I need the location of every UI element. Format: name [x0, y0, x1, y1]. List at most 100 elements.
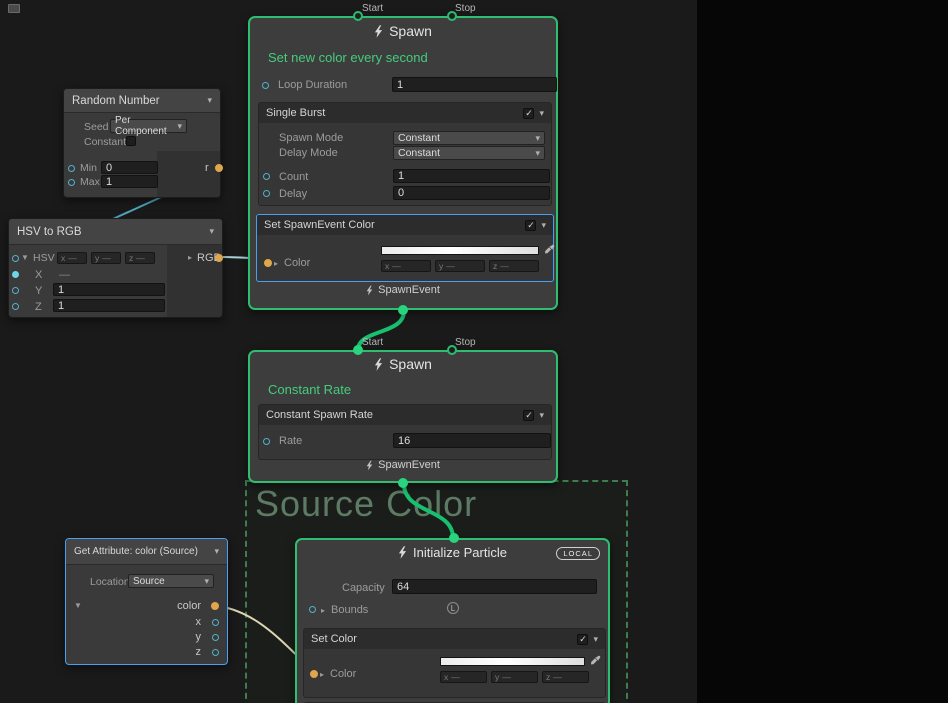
- collapse-chevron-icon[interactable]: ▾: [593, 635, 598, 644]
- y-input[interactable]: 1: [53, 283, 165, 296]
- y-input-port[interactable]: [12, 287, 19, 294]
- block-title: Set SpawnEvent Color: [264, 219, 375, 231]
- color-x-field[interactable]: x—: [381, 260, 431, 272]
- min-port[interactable]: [68, 165, 75, 172]
- enabled-checkbox[interactable]: ✓: [523, 108, 534, 119]
- rgb-output-port[interactable]: [215, 254, 223, 262]
- node-titlebar[interactable]: HSV to RGB ▾: [9, 219, 222, 245]
- r-output-port[interactable]: [215, 164, 223, 172]
- color-input-port[interactable]: [310, 670, 318, 678]
- color-input-port[interactable]: [264, 259, 272, 267]
- expand-down-icon[interactable]: ▼: [74, 601, 82, 611]
- color-gradient-field[interactable]: [440, 657, 585, 666]
- expand-right-icon[interactable]: ▸: [320, 670, 324, 680]
- flow-start-label: Start: [362, 3, 383, 14]
- seed-dropdown[interactable]: Per Component ▾: [110, 119, 187, 133]
- block-single-burst[interactable]: Single Burst ✓ ▾ Spawn Mode Constant ▾ D…: [258, 102, 552, 206]
- settings-chevron-icon[interactable]: ▾: [209, 227, 214, 236]
- dropdown-arrow-icon: ▾: [535, 134, 540, 143]
- settings-chevron-icon[interactable]: ▾: [214, 547, 219, 556]
- block-constant-spawn-rate[interactable]: Constant Spawn Rate ✓ ▾ Rate 16: [258, 404, 552, 460]
- local-space-badge[interactable]: LOCAL: [556, 547, 600, 560]
- spawn-mode-label: Spawn Mode: [279, 131, 343, 145]
- spawn-context-set-color[interactable]: Start Stop Spawn Set new color every sec…: [248, 16, 558, 310]
- eyedropper-icon[interactable]: [544, 244, 555, 258]
- collapse-chevron-icon[interactable]: ▾: [539, 411, 544, 420]
- settings-chevron-icon[interactable]: ▾: [207, 96, 212, 105]
- constant-checkbox[interactable]: [126, 136, 136, 146]
- capacity-input[interactable]: 64: [392, 579, 597, 594]
- context-label[interactable]: Set new color every second: [268, 50, 428, 65]
- block-set-spawnevent-color[interactable]: Set SpawnEvent Color ✓ ▾ ▸ Color x— y— z…: [256, 214, 554, 282]
- collapse-chevron-icon[interactable]: ▾: [539, 109, 544, 118]
- count-input[interactable]: 1: [393, 169, 550, 183]
- node-titlebar[interactable]: Get Attribute: color (Source) ▾: [66, 539, 227, 565]
- color-output-port[interactable]: [211, 602, 219, 610]
- rate-input[interactable]: 16: [393, 433, 551, 448]
- graph-canvas[interactable]: Source Color Start Stop Spawn Set new co…: [0, 0, 697, 703]
- random-number-node[interactable]: Random Number ▾ Seed Per Component ▾ Con…: [63, 88, 221, 198]
- spawn-mode-dropdown[interactable]: Constant ▾: [393, 131, 545, 145]
- block-header[interactable]: Set SpawnEvent Color ✓ ▾: [257, 215, 553, 235]
- bounds-port[interactable]: [309, 606, 316, 613]
- flow-port-start[interactable]: [353, 345, 363, 355]
- count-port[interactable]: [263, 173, 270, 180]
- min-input[interactable]: 0: [101, 161, 158, 174]
- x-input-port[interactable]: [12, 271, 19, 278]
- hsv-to-rgb-node[interactable]: HSV to RGB ▾ ▼ HSV x— y— z— X — Y 1 Z 1 …: [8, 218, 223, 318]
- initialize-particle-context[interactable]: Initialize Particle LOCAL Capacity 64 ▸ …: [295, 538, 610, 703]
- block-header[interactable]: Single Burst ✓ ▾: [259, 103, 551, 123]
- location-dropdown[interactable]: Source ▾: [128, 574, 214, 588]
- delay-input[interactable]: 0: [393, 186, 550, 200]
- spawnevent-output-port[interactable]: [398, 478, 408, 488]
- delay-port[interactable]: [263, 190, 270, 197]
- expand-right-icon[interactable]: ▸: [321, 606, 325, 616]
- z-input[interactable]: 1: [53, 299, 165, 312]
- spawn-context-constant-rate[interactable]: Start Stop Spawn Constant Rate Constant …: [248, 350, 558, 483]
- max-input[interactable]: 1: [101, 175, 158, 188]
- spawnevent-output-port[interactable]: [398, 305, 408, 315]
- loop-duration-input[interactable]: 1: [392, 77, 557, 92]
- expand-right-icon[interactable]: ▸: [274, 259, 278, 269]
- enabled-checkbox[interactable]: ✓: [577, 634, 588, 645]
- block-header[interactable]: Set Color ✓ ▾: [304, 629, 605, 649]
- expand-right-icon[interactable]: ▸: [188, 253, 192, 263]
- flow-port-stop[interactable]: [447, 11, 457, 21]
- block-header[interactable]: Constant Spawn Rate ✓ ▾: [259, 405, 551, 425]
- z-input-port[interactable]: [12, 303, 19, 310]
- hsv-y-field[interactable]: y—: [91, 252, 121, 264]
- max-port[interactable]: [68, 179, 75, 186]
- hsv-input-port[interactable]: [12, 255, 19, 262]
- color-x-field[interactable]: x—: [440, 671, 487, 683]
- enabled-checkbox[interactable]: ✓: [523, 410, 534, 421]
- enabled-checkbox[interactable]: ✓: [525, 220, 536, 231]
- color-y-field[interactable]: y—: [435, 260, 485, 272]
- color-gradient-field[interactable]: [381, 246, 539, 255]
- loop-duration-port[interactable]: [262, 82, 269, 89]
- rate-port[interactable]: [263, 438, 270, 445]
- color-z-field[interactable]: z—: [489, 260, 539, 272]
- block-set-color[interactable]: Set Color ✓ ▾ ▸ Color x— y— z—: [303, 628, 606, 698]
- flow-port-start[interactable]: [353, 11, 363, 21]
- x-output-port[interactable]: [212, 619, 219, 626]
- color-y-field[interactable]: y—: [491, 671, 538, 683]
- color-z-field[interactable]: z—: [542, 671, 589, 683]
- x-label: X: [35, 268, 42, 282]
- delay-mode-dropdown[interactable]: Constant ▾: [393, 146, 545, 160]
- group-title[interactable]: Source Color: [255, 484, 477, 524]
- y-output-port[interactable]: [212, 634, 219, 641]
- hsv-x-field[interactable]: x—: [57, 252, 87, 264]
- eyedropper-icon[interactable]: [590, 655, 601, 669]
- z-output-port[interactable]: [212, 649, 219, 656]
- flow-input-port[interactable]: [449, 533, 459, 543]
- flow-stop-label: Stop: [455, 3, 476, 14]
- collapse-chevron-icon[interactable]: ▾: [541, 221, 546, 230]
- context-label[interactable]: Constant Rate: [268, 382, 351, 397]
- expand-down-icon[interactable]: ▼: [21, 253, 29, 263]
- node-titlebar[interactable]: Random Number ▾: [64, 89, 220, 113]
- delay-mode-label: Delay Mode: [279, 146, 338, 160]
- bounds-local-icon[interactable]: L: [447, 602, 459, 614]
- flow-port-stop[interactable]: [447, 345, 457, 355]
- get-attribute-color-node[interactable]: Get Attribute: color (Source) ▾ Location…: [65, 538, 228, 665]
- hsv-z-field[interactable]: z—: [125, 252, 155, 264]
